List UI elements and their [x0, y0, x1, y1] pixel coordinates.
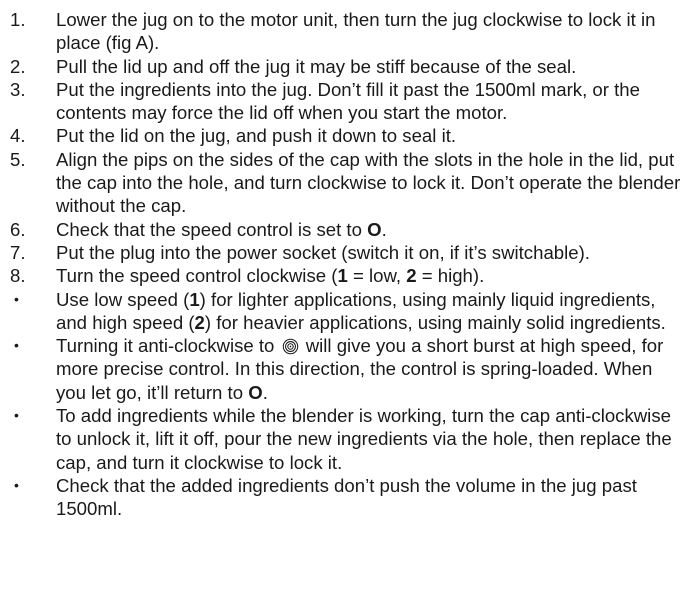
- step-text: Turn the speed control clockwise (1 = lo…: [56, 264, 687, 287]
- text-run: = low,: [347, 265, 407, 287]
- bold-symbol: 2: [406, 265, 417, 287]
- step-text: Put the plug into the power socket (swit…: [56, 241, 687, 264]
- text-run: .: [262, 381, 268, 403]
- step-number: 4.: [10, 125, 26, 147]
- step-number: 1.: [10, 9, 26, 30]
- bullet-item: • Check that the added ingredients don’t …: [10, 474, 687, 521]
- text-run: ) for heavier applications, using mainly…: [204, 311, 666, 333]
- text-run: Check that the speed control is set to: [56, 218, 368, 240]
- step-number: 8.: [10, 265, 26, 287]
- text-run: Pull the lid up and off the jug it may b…: [56, 55, 577, 77]
- step-number: 3.: [10, 78, 26, 100]
- numbered-step: 7. Put the plug into the power socket (sw…: [10, 241, 687, 264]
- bullet-item: • To add ingredients while the blender is…: [10, 404, 687, 474]
- numbered-step: 3. Put the ingredients into the jug. Don’…: [10, 78, 687, 125]
- step-text: Turning it anti-clockwise to will give y…: [56, 334, 687, 404]
- bold-symbol: 1: [189, 288, 200, 310]
- numbered-step: 8. Turn the speed control clockwise (1 = …: [10, 264, 687, 287]
- bold-symbol: 1: [337, 265, 348, 287]
- text-run: Use low speed (: [56, 288, 190, 310]
- bold-symbol: O: [367, 218, 382, 240]
- step-text: Put the lid on the jug, and push it down…: [56, 124, 687, 147]
- text-run: Align the pips on the sides of the cap w…: [56, 148, 681, 217]
- step-text: Lower the jug on to the motor unit, then…: [56, 8, 687, 55]
- numbered-step: 4. Put the lid on the jug, and push it do…: [10, 124, 687, 147]
- text-run: Put the lid on the jug, and push it down…: [56, 125, 457, 147]
- step-text: To add ingredients while the blender is …: [56, 404, 687, 474]
- bullet-marker: •: [14, 476, 19, 493]
- step-number: 7.: [10, 241, 26, 263]
- step-text: Put the ingredients into the jug. Don’t …: [56, 78, 687, 125]
- step-text: Check that the speed control is set to O…: [56, 218, 687, 241]
- numbered-step: 6. Check that the speed control is set to…: [10, 218, 687, 241]
- bullet-item: • Use low speed (1) for lighter applicati…: [10, 288, 687, 335]
- bullet-marker: •: [14, 290, 19, 307]
- text-run: Check that the added ingredients don’t p…: [56, 474, 637, 520]
- text-run: To add ingredients while the blender is …: [56, 405, 672, 473]
- text-run: .: [381, 218, 387, 240]
- step-text: Use low speed (1) for lighter applicatio…: [56, 288, 687, 335]
- text-run: Lower the jug on to the motor unit, then…: [56, 9, 656, 54]
- numbered-step: 1. Lower the jug on to the motor unit, th…: [10, 8, 687, 55]
- step-number: 5.: [10, 148, 26, 170]
- instruction-list: 1. Lower the jug on to the motor unit, th…: [0, 0, 697, 521]
- step-text: Align the pips on the sides of the cap w…: [56, 148, 687, 218]
- numbered-step: 5. Align the pips on the sides of the cap…: [10, 148, 687, 218]
- text-run: Put the ingredients into the jug. Don’t …: [56, 78, 640, 124]
- step-text: Pull the lid up and off the jug it may b…: [56, 55, 687, 78]
- bold-symbol: O: [248, 381, 263, 403]
- step-text: Check that the added ingredients don’t p…: [56, 474, 687, 521]
- numbered-step: 2. Pull the lid up and off the jug it may…: [10, 55, 687, 78]
- bullet-marker: •: [14, 337, 19, 354]
- pulse-icon: [282, 338, 298, 355]
- bold-symbol: 2: [194, 311, 205, 333]
- text-run: Turn the speed control clockwise (: [56, 265, 338, 287]
- text-run: = high).: [416, 265, 485, 287]
- bullet-item: • Turning it anti-clockwise to will give …: [10, 334, 687, 404]
- text-run: Put the plug into the power socket (swit…: [56, 241, 590, 263]
- bullet-marker: •: [14, 407, 19, 424]
- text-run: Turning it anti-clockwise to: [56, 335, 280, 357]
- step-number: 2.: [10, 55, 26, 77]
- step-number: 6.: [10, 218, 26, 240]
